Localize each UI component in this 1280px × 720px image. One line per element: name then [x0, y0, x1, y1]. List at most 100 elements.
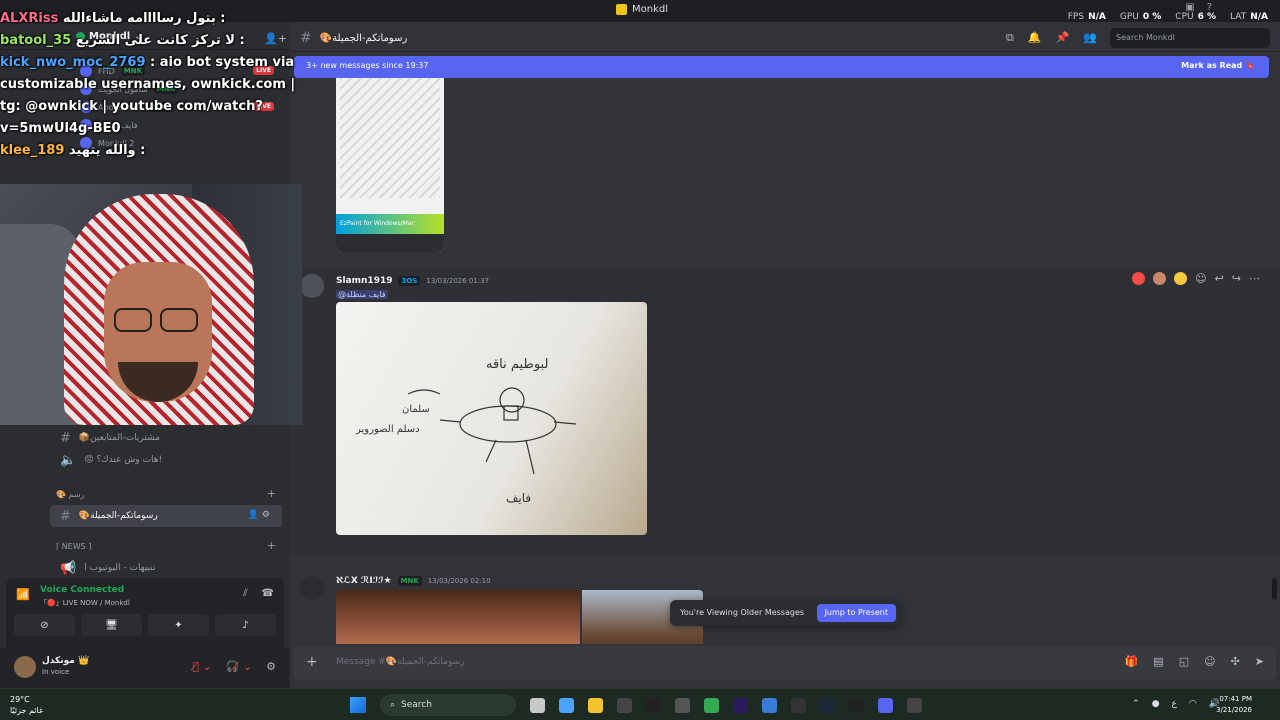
gift-icon[interactable]: 🎁: [1125, 655, 1139, 668]
steam-icon[interactable]: [820, 697, 835, 713]
sketch-image: [340, 78, 440, 198]
sticker-icon[interactable]: ◱: [1179, 655, 1189, 668]
channel-item-active[interactable]: # 🎨رسوماتكم-الجميلة 👤 ⚙: [50, 505, 282, 527]
apps-icon[interactable]: ✣: [1231, 655, 1240, 668]
channel-item[interactable]: 📢 تنبيهات - اليوتيوب ا: [50, 557, 290, 579]
app-icon[interactable]: [762, 697, 777, 713]
scrollbar[interactable]: [1272, 578, 1277, 600]
avatar[interactable]: [300, 274, 324, 298]
message-author[interactable]: Slamn1919: [336, 276, 392, 286]
new-messages-banner[interactable]: 3+ new messages since 19:37 Mark as Read…: [294, 56, 1269, 78]
obs-icon[interactable]: [646, 697, 661, 713]
reaction-icon[interactable]: [1153, 272, 1167, 285]
voice-member[interactable]: فايف منظله: [60, 116, 280, 134]
message-image[interactable]: [336, 590, 580, 644]
voice-channel-name[interactable]: 「🔴」LIVE NOW / Monkdl: [40, 598, 130, 608]
message-timestamp: 13/03/2026 02:10: [427, 577, 491, 585]
message-input[interactable]: Message #🎨رسوماتكم-الجميلة: [336, 657, 465, 667]
category-header[interactable]: 🎨 رسم +: [50, 483, 290, 505]
gif-icon[interactable]: ▤: [1153, 655, 1163, 668]
signal-icon[interactable]: 📶: [16, 588, 30, 601]
message[interactable]: Slamn1919 3OS 13/03/2026 01:37 @فايف منظ…: [290, 268, 1280, 556]
voice-member[interactable]: Abdulah Kh MNK LIVE: [60, 98, 280, 116]
file-explorer-icon[interactable]: [588, 697, 603, 713]
activities-button[interactable]: ✦: [148, 614, 209, 636]
discord-icon[interactable]: [878, 697, 893, 713]
reaction-icon[interactable]: [1174, 272, 1188, 285]
message-author[interactable]: ℵℒX ℛIℐℐ★: [336, 576, 392, 586]
mark-as-read-button[interactable]: Mark as Read 🔖: [1181, 61, 1255, 70]
forward-icon[interactable]: ↪: [1232, 272, 1241, 285]
pin-icon[interactable]: 📌: [1056, 31, 1070, 45]
members-icon[interactable]: 👥: [1083, 31, 1097, 45]
add-channel-icon[interactable]: +: [267, 487, 276, 500]
category-header[interactable]: ⌈ NEWS ⌉ +: [50, 535, 290, 557]
widgets-icon[interactable]: [559, 697, 574, 713]
reply-icon[interactable]: ↩: [1215, 272, 1224, 285]
add-channel-icon[interactable]: +: [267, 539, 276, 552]
lat-stat: LAT N/A: [1230, 12, 1268, 22]
threads-icon[interactable]: ⧉: [1006, 31, 1014, 45]
chrome-icon[interactable]: [704, 697, 719, 713]
camera-off-button[interactable]: ⊘: [14, 614, 75, 636]
clock[interactable]: 07:41 PM 3/21/2026: [1216, 694, 1252, 716]
app-icon[interactable]: [907, 697, 922, 713]
send-icon[interactable]: ➤: [1255, 655, 1264, 668]
noise-suppression-icon[interactable]: ⫽: [243, 588, 247, 599]
channel-settings-icon[interactable]: 👤 ⚙: [248, 510, 270, 520]
tray-icon[interactable]: ●: [1152, 699, 1160, 709]
chevron-up-icon[interactable]: ⌃: [1132, 699, 1140, 709]
voice-member[interactable]: FHD MNK LIVE: [60, 62, 280, 80]
channel-list: # 📦مشتريات-المتابعين 🔈 😡 هات وش عندك؟! 🎨 ر…: [50, 427, 290, 579]
task-view-icon[interactable]: [530, 697, 545, 713]
wifi-icon[interactable]: ◠: [1189, 699, 1197, 709]
weather-widget[interactable]: 29°C غائم جزئيًا: [10, 694, 43, 716]
screen-share-button[interactable]: 🖥: [81, 614, 142, 636]
gear-icon[interactable]: ⚙: [266, 660, 276, 673]
premiere-icon[interactable]: [733, 697, 748, 713]
upload-plus-icon[interactable]: +: [306, 654, 318, 670]
taskbar-search[interactable]: ⌕ Search: [380, 694, 516, 716]
app-icon[interactable]: [849, 697, 864, 713]
user-name[interactable]: مونكدل 👑: [42, 656, 89, 666]
mic-muted-icon[interactable]: 🎙̸ ⌄: [192, 660, 211, 673]
channel-item[interactable]: # 📦مشتريات-المتابعين: [50, 427, 290, 449]
app-icon[interactable]: [675, 697, 690, 713]
windows-start-icon[interactable]: [350, 697, 366, 713]
app-icon[interactable]: [617, 697, 632, 713]
avatar[interactable]: [14, 656, 36, 678]
voice-member[interactable]: سامول انجويت MNK: [60, 80, 280, 98]
user-panel: مونكدل 👑 In voice 🎙̸ ⌄ 🎧̸ ⌄ ⚙: [0, 648, 290, 688]
server-app-icon: [616, 4, 627, 15]
add-reaction-icon[interactable]: ☺: [1195, 272, 1206, 285]
emoji-icon[interactable]: ☺: [1204, 655, 1215, 668]
reaction-icon[interactable]: [1132, 272, 1146, 285]
server-name[interactable]: Monkdl ⌄: [76, 31, 143, 42]
headphones-deafened-icon[interactable]: 🎧̸ ⌄: [226, 660, 252, 673]
message-composer[interactable]: + Message #🎨رسوماتكم-الجميلة 🎁 ▤ ◱ ☺ ✣ ➤: [294, 646, 1276, 680]
hash-icon: #: [60, 430, 71, 446]
avatar[interactable]: [300, 576, 324, 600]
server-header[interactable]: Monkdl ⌄ 👤+: [0, 22, 290, 50]
message-image[interactable]: EzPaint for Windows/Mac: [336, 78, 444, 252]
voice-status[interactable]: Voice Connected: [40, 585, 124, 595]
voice-member[interactable]: Monkdl 2: [60, 134, 280, 152]
language-indicator[interactable]: ع: [1172, 699, 1177, 709]
avatar: [80, 101, 92, 113]
search-input[interactable]: Search Monkdl: [1110, 28, 1270, 48]
disconnect-icon[interactable]: ☎: [262, 588, 274, 599]
bell-icon[interactable]: 🔔: [1028, 31, 1042, 45]
drawing-image[interactable]: لبوطيم ناقه سلمان دسلم الصوروير فايف: [336, 302, 647, 535]
add-member-icon[interactable]: 👤+: [264, 32, 287, 45]
capcut-icon[interactable]: [791, 697, 806, 713]
header-icons: ⧉ 🔔 📌 👥: [1006, 31, 1097, 45]
more-icon[interactable]: ⋯: [1249, 272, 1260, 285]
user-mention[interactable]: @فايف منظلة: [336, 290, 388, 299]
voice-channel-item[interactable]: 🔈 😡 هات وش عندك؟!: [50, 449, 290, 471]
message-timestamp: 13/03/2026 01:37: [426, 277, 490, 285]
glasses: [114, 308, 152, 332]
soundboard-button[interactable]: ♪: [215, 614, 276, 636]
gpu-stat: GPU 0 %: [1119, 12, 1162, 22]
jump-to-present-button[interactable]: Jump to Present: [816, 604, 896, 622]
voice-controls: ⫽ ☎: [243, 588, 274, 599]
